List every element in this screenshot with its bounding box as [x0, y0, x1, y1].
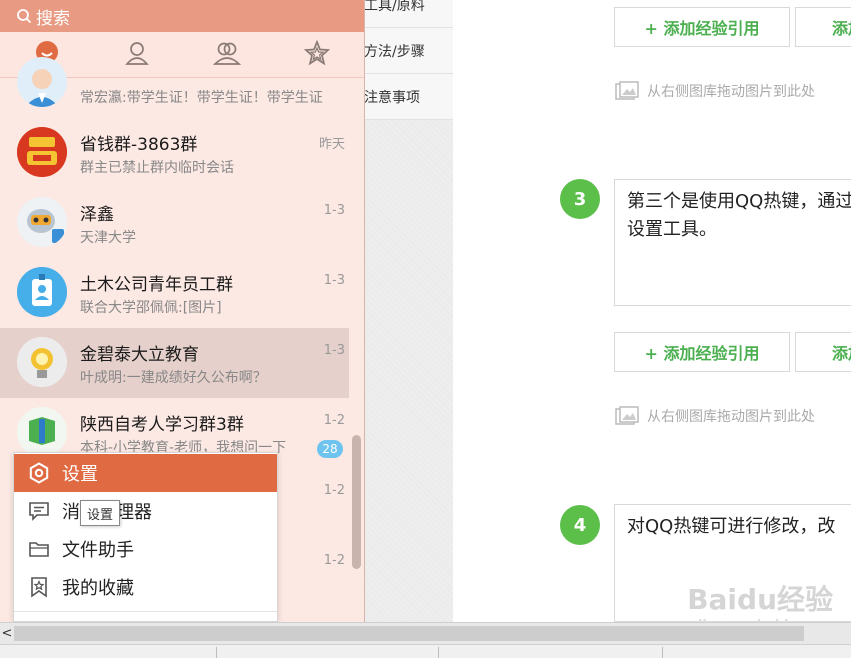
- contact-name: 陕西自考人学习群3群: [80, 415, 244, 435]
- contact-time: 1-3: [323, 273, 345, 288]
- contact-time: 昨天: [318, 137, 345, 152]
- status-separator: [438, 647, 439, 658]
- contact-item[interactable]: 土木公司青年员工群 联合大学邵佩佩:[图片] 1-3: [0, 258, 349, 328]
- status-bar: [0, 644, 851, 658]
- add-citation-button[interactable]: + 添加经验引用: [614, 332, 790, 372]
- tooltip: 设置: [80, 500, 121, 526]
- add-button[interactable]: 添加: [795, 7, 851, 47]
- menu-item-settings[interactable]: 设置: [14, 454, 277, 492]
- contact-last-message: 常宏瀛:带学生证！带学生证！带学生证: [80, 90, 323, 106]
- menu-item-favorites[interactable]: 我的收藏: [14, 568, 277, 606]
- step-text-box[interactable]: 第三个是使用QQ热键，通过设置工具。: [614, 179, 851, 306]
- contact-name: 省钱群-3863群: [80, 135, 198, 155]
- contact-name: 泽鑫: [80, 205, 114, 225]
- add-button[interactable]: 添加: [795, 332, 851, 372]
- scroll-left-arrow[interactable]: <: [0, 623, 14, 644]
- search-placeholder: 搜索: [36, 8, 70, 29]
- nav-item-steps[interactable]: 方法/步骤: [360, 28, 453, 74]
- nav-item-tools[interactable]: 工具/原料: [360, 0, 453, 28]
- message-manager-icon: [28, 500, 50, 522]
- favorites-icon: [28, 576, 50, 598]
- horizontal-scrollbar[interactable]: <: [0, 622, 851, 644]
- image-drop-zone[interactable]: 从右侧图库拖动图片到此处: [615, 405, 815, 427]
- contact-name: 金碧泰大立教育: [80, 345, 199, 365]
- main-menu-popup: 设置 消息管理器 文件助手 我的收藏: [13, 452, 278, 622]
- unread-badge: 28: [317, 440, 343, 458]
- contact-last-message: 群主已禁止群内临时会话: [80, 160, 234, 176]
- article-nav: 工具/原料 方法/步骤 注意事项: [360, 0, 453, 622]
- contact-last-message: 天津大学: [80, 230, 136, 246]
- image-icon: [615, 81, 639, 101]
- contact-time: 1-2: [323, 553, 345, 568]
- contact-item[interactable]: 金碧泰大立教育 叶成明:一建成绩好久公布啊？ 1-3: [0, 328, 349, 398]
- menu-divider: [14, 611, 277, 612]
- contact-time: 1-2: [323, 413, 345, 428]
- contact-time: 1-3: [323, 203, 345, 218]
- contact-last-message: 联合大学邵佩佩:[图片]: [80, 300, 222, 316]
- horizontal-scrollbar-thumb[interactable]: [14, 626, 804, 641]
- image-drop-zone[interactable]: 从右侧图库拖动图片到此处: [615, 80, 815, 102]
- contact-item[interactable]: 泽鑫 天津大学 1-3: [0, 188, 349, 258]
- search-icon: [16, 8, 32, 24]
- image-icon: [615, 406, 639, 426]
- add-citation-button[interactable]: + 添加经验引用: [614, 7, 790, 47]
- contact-last-message: 叶成明:一建成绩好久公布啊？: [80, 370, 267, 386]
- avatar: [17, 197, 67, 247]
- contact-time: 1-2: [323, 483, 345, 498]
- avatar: [17, 267, 67, 317]
- step-number: 3: [560, 179, 600, 219]
- nav-item-notes[interactable]: 注意事项: [360, 74, 453, 120]
- avatar: [17, 127, 67, 177]
- contact-item[interactable]: 常宏瀛:带学生证！带学生证！带学生证: [0, 48, 349, 118]
- menu-item-file-assistant[interactable]: 文件助手: [14, 530, 277, 568]
- contact-item[interactable]: 省钱群-3863群 群主已禁止群内临时会话 昨天: [0, 118, 349, 188]
- contact-name: 土木公司青年员工群: [80, 275, 233, 295]
- avatar: [17, 57, 67, 107]
- avatar: [17, 337, 67, 387]
- status-separator: [662, 647, 663, 658]
- contact-time: 1-3: [323, 343, 345, 358]
- step-number: 4: [560, 505, 600, 545]
- avatar: [17, 407, 67, 457]
- folder-icon: [28, 538, 50, 560]
- settings-hexagon-icon: [28, 462, 50, 484]
- article-content: + 添加经验引用 添加 从右侧图库拖动图片到此处 3 第三个是使用QQ热键，通过…: [453, 0, 851, 633]
- menu-item-message-manager[interactable]: 消息管理器: [14, 492, 277, 530]
- baidu-watermark: Baidu经验: [687, 583, 833, 616]
- search-bar[interactable]: 搜索: [0, 0, 364, 32]
- status-separator: [216, 647, 217, 658]
- scrollbar-thumb[interactable]: [352, 435, 361, 569]
